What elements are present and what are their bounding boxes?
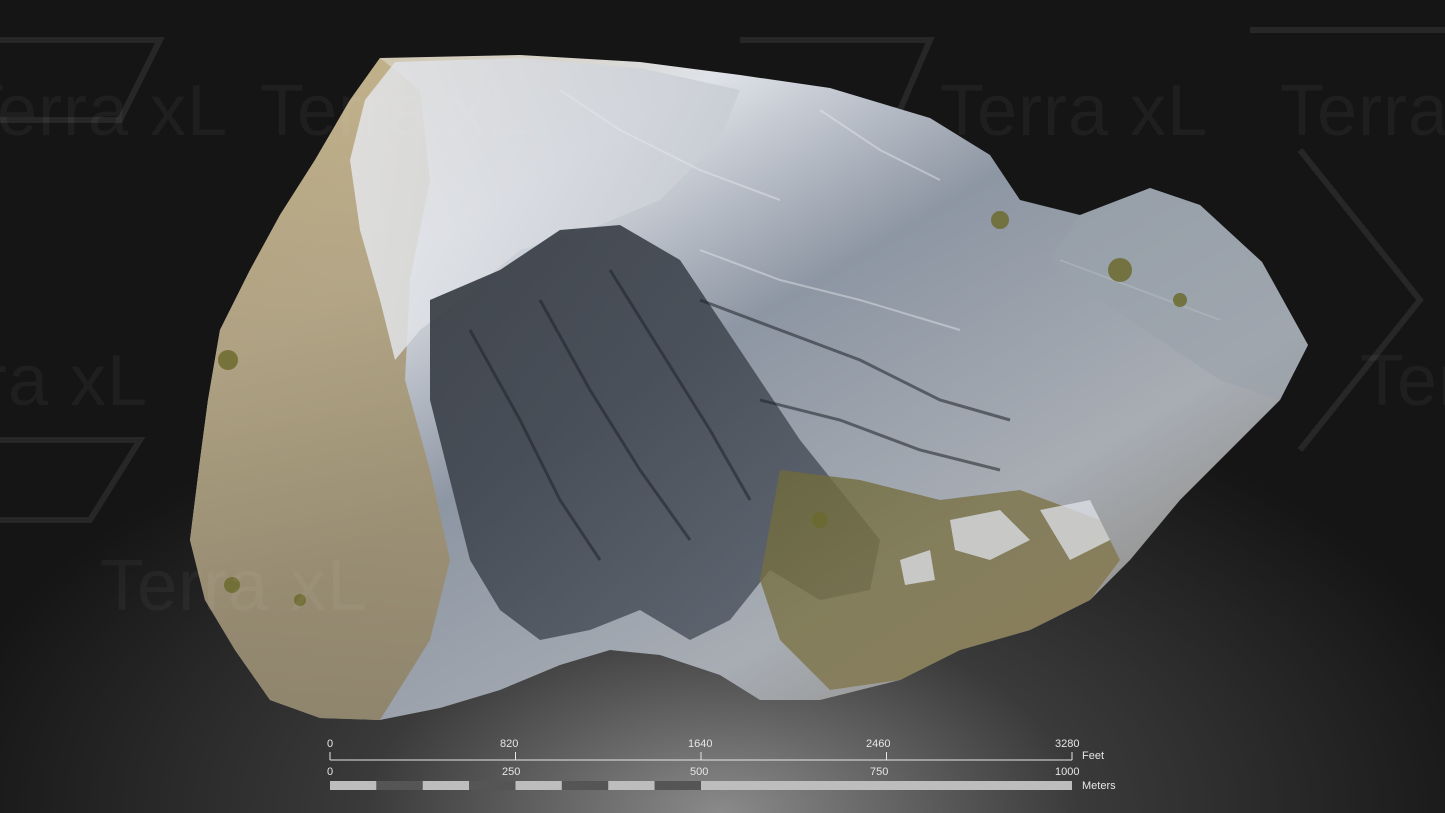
watermark: Terra xL	[100, 545, 368, 627]
meters-tick-label: 1000	[1055, 766, 1080, 778]
meters-scale-segment	[654, 781, 701, 790]
feet-unit-label: Feet	[1082, 750, 1105, 762]
feet-tick-label: 0	[327, 738, 334, 750]
meters-scale-segment	[330, 781, 377, 790]
feet-tick-label: 1640	[688, 738, 713, 750]
watermark: Terra xL	[0, 70, 228, 152]
meters-scale-segment	[608, 781, 655, 790]
meters-scale-segment	[561, 781, 609, 790]
feet-tick-label: 820	[500, 738, 519, 750]
watermark: Terra xL	[1280, 70, 1445, 152]
meters-tick-label: 500	[690, 766, 709, 778]
meters-scale-segment	[701, 781, 1072, 790]
meters-tick-label: 0	[327, 766, 334, 778]
meters-tick-label: 750	[870, 766, 889, 778]
meters-scale-segment	[376, 781, 423, 790]
watermark: Terra xL	[260, 70, 528, 152]
watermark: Terra xL	[940, 70, 1208, 152]
feet-tick-label: 2460	[866, 738, 891, 750]
meters-scale-segment	[469, 781, 516, 790]
meters-scale-segment	[422, 781, 470, 790]
meters-scale-segment	[515, 781, 562, 790]
meters-tick-label: 250	[502, 766, 521, 778]
feet-tick-label: 3280	[1055, 738, 1080, 750]
meters-unit-label: Meters	[1082, 780, 1116, 792]
terrain-render-view: Terra xL Terra xL Terra xL Terra xL Terr…	[0, 0, 1445, 813]
watermark: Terra xL	[0, 340, 148, 422]
watermark: Terra xL	[1360, 340, 1445, 422]
